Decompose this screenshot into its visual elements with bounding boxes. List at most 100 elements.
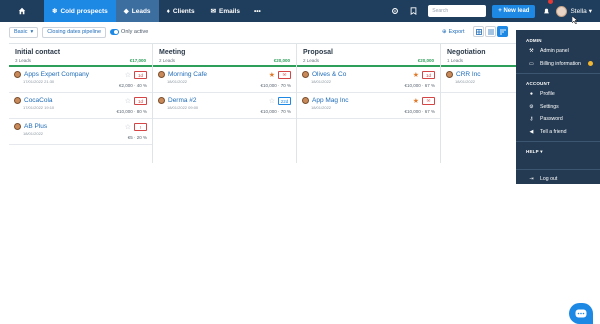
lead-card[interactable]: App Mag Inc 18/01/2022 ★ ✉ €10,000 · 67 % — [297, 93, 440, 119]
fox-avatar-icon — [446, 71, 453, 78]
lead-card[interactable]: AB Plus 18/01/2022 ☆! €5 · 20 % — [9, 119, 152, 145]
menu-divider — [516, 141, 600, 142]
stage-title: Proposal — [303, 49, 333, 56]
envelope-icon: ✉ — [210, 8, 217, 15]
pipeline-icon — [499, 29, 506, 34]
fox-avatar-icon — [14, 123, 21, 130]
only-active-label: Only active — [121, 29, 149, 35]
menu-section-help[interactable]: HELP ▾ — [516, 145, 600, 157]
lead-actions: ☆ 22d — [269, 97, 291, 105]
star-icon[interactable]: ★ — [413, 97, 419, 105]
chat-icon — [575, 309, 587, 318]
lead-value: €10,000 · 67 % — [404, 83, 435, 88]
star-icon[interactable]: ☆ — [125, 97, 131, 105]
menu-item-tell-friend[interactable]: ◀ Tell a friend — [516, 126, 600, 139]
chevron-down-icon: ▾ — [30, 29, 34, 35]
view-pipeline-button[interactable] — [497, 26, 508, 37]
new-lead-button[interactable]: + New lead — [492, 4, 536, 18]
home-button[interactable] — [0, 0, 44, 22]
star-icon[interactable]: ☆ — [125, 123, 131, 131]
chat-widget-button[interactable] — [569, 303, 593, 324]
stage-header: Meeting 2 Leads €20,000 — [153, 43, 296, 67]
lead-value: €5 · 20 % — [127, 135, 147, 140]
stage-lead-count: 1 Leads — [447, 58, 464, 63]
gear-icon — [392, 8, 399, 14]
key-icon: ⚷ — [529, 116, 534, 123]
credit-card-icon: ▭ — [529, 60, 534, 67]
lead-card[interactable]: Olives & Co 18/01/2022 ★ 1d €10,000 · 67 … — [297, 67, 440, 93]
bookmark-button[interactable] — [404, 0, 422, 22]
stage-meta: 2 Leads €20,000 — [159, 58, 290, 63]
table-icon — [475, 28, 482, 35]
lead-card[interactable]: Derma #2 18/01/2022 09:00 ☆ 22d €10,000 ·… — [153, 93, 296, 119]
meeting-task-icon[interactable]: 22d — [278, 97, 291, 105]
nav-leads[interactable]: ◆ Leads — [115, 0, 159, 22]
search-placeholder: Search — [432, 8, 449, 14]
view-list-button[interactable] — [485, 26, 496, 37]
nav-emails-label: Emails — [219, 7, 240, 15]
nav-emails[interactable]: ✉ Emails — [203, 0, 248, 22]
fox-avatar-icon — [158, 71, 165, 78]
menu-divider — [516, 73, 600, 74]
mouse-cursor-icon — [572, 16, 578, 24]
alert-task-icon[interactable]: ! — [134, 123, 147, 131]
more-icon: ••• — [253, 7, 261, 15]
menu-item-billing[interactable]: ▭ Billing information — [516, 58, 600, 71]
top-right-tools: Search + New lead Stella ▾ — [386, 0, 600, 22]
toggle-switch[interactable] — [110, 29, 120, 35]
star-icon[interactable]: ★ — [413, 71, 419, 79]
caret-down-icon: ▾ — [588, 8, 592, 15]
fox-avatar-icon — [302, 97, 309, 104]
notifications-button[interactable] — [543, 0, 554, 20]
email-task-icon[interactable]: ✉ — [422, 97, 435, 105]
stage-meta: 3 Leads €17,000 — [15, 58, 146, 63]
lead-card[interactable]: Morning Cafe 18/01/2022 ★ ✉ €10,000 · 70 … — [153, 67, 296, 93]
search-input[interactable]: Search — [428, 5, 487, 17]
star-icon[interactable]: ☆ — [269, 97, 275, 105]
snowflake-icon: ❄ — [52, 8, 58, 15]
menu-item-admin-panel[interactable]: ⚒ Admin panel — [516, 45, 600, 58]
avatar[interactable] — [556, 5, 568, 17]
phone-task-icon[interactable]: 1d — [134, 97, 147, 105]
user-menu-toggle[interactable]: Stella ▾ — [570, 7, 592, 16]
view-select[interactable]: Basic ▾ — [9, 26, 39, 38]
menu-item-profile[interactable]: ● Profile — [516, 88, 600, 101]
menu-item-label: Log out — [540, 176, 558, 183]
lead-card[interactable]: CocaCola 17/01/2022 19:10 ☆ 1d €10,000 · … — [9, 93, 152, 119]
user-dropdown-menu: ADMIN ⚒ Admin panel ▭ Billing informatio… — [516, 30, 600, 184]
username-label: Stella — [570, 7, 587, 15]
lead-actions: ★ ✉ — [269, 71, 291, 79]
export-button[interactable]: ⊕ Export — [442, 26, 465, 37]
stage-amount: €17,000 — [129, 58, 146, 63]
star-icon[interactable]: ★ — [269, 71, 275, 79]
stage-header: Initial contact 3 Leads €17,000 — [9, 43, 152, 67]
lead-actions: ★ ✉ — [413, 97, 435, 105]
view-table-button[interactable] — [473, 26, 484, 37]
menu-item-password[interactable]: ⚷ Password — [516, 113, 600, 126]
lead-card[interactable]: Apps Expert Company 17/01/2022 21:30 ☆ 1d… — [9, 67, 152, 93]
menu-item-settings[interactable]: ⚙ Settings — [516, 101, 600, 114]
lead-actions: ☆ 1d — [125, 71, 147, 79]
wrench-icon: ⚒ — [529, 48, 534, 55]
megaphone-icon: ◀ — [529, 128, 534, 135]
fox-avatar-icon — [302, 71, 309, 78]
lead-value: €10,000 · 80 % — [116, 109, 147, 114]
stage-column-initial-contact: Initial contact 3 Leads €17,000 Apps Exp… — [9, 43, 153, 163]
email-task-icon[interactable]: ✉ — [278, 71, 291, 79]
nav-cold-prospects[interactable]: ❄ Cold prospects — [44, 0, 116, 22]
star-icon[interactable]: ☆ — [125, 71, 131, 79]
menu-item-logout[interactable]: ⇥ Log out — [516, 173, 600, 186]
only-active-toggle[interactable]: Only active — [110, 29, 148, 35]
handshake-icon: ♦ — [166, 7, 170, 15]
stage-header: Proposal 2 Leads €20,000 — [297, 43, 440, 67]
stage-title: Meeting — [159, 49, 186, 56]
menu-item-label: Admin panel — [540, 48, 569, 55]
lead-value: €10,000 · 70 % — [260, 109, 291, 114]
document-task-icon[interactable]: 1d — [422, 71, 435, 79]
phone-task-icon[interactable]: 1d — [134, 71, 147, 79]
nav-more[interactable]: ••• — [248, 0, 267, 22]
closing-dates-button[interactable]: Closing dates pipeline — [42, 26, 107, 38]
settings-button[interactable] — [386, 0, 404, 22]
bookmark-icon — [410, 7, 417, 15]
nav-clients[interactable]: ♦ Clients — [159, 0, 203, 22]
